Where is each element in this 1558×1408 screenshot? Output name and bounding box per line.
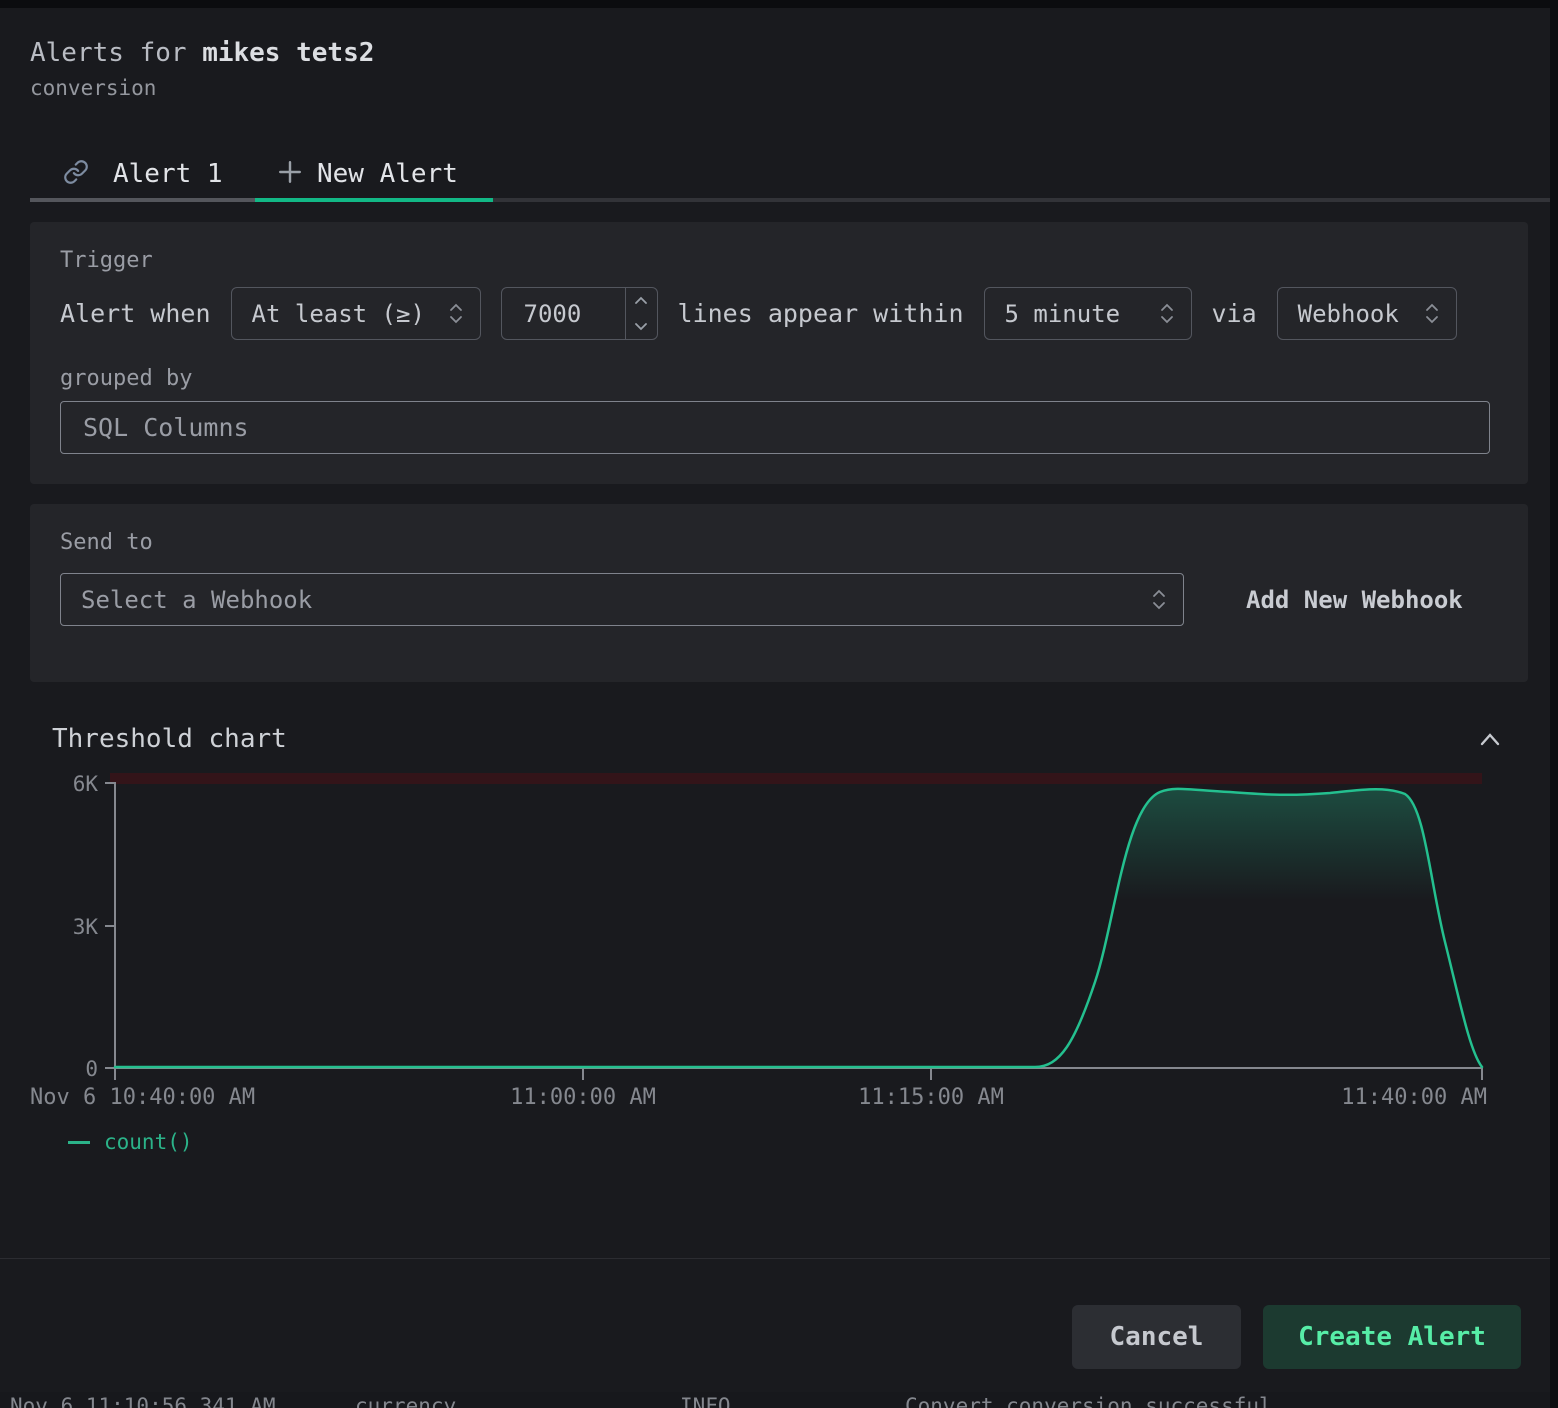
chart-legend: count() <box>68 1130 1528 1154</box>
y-tick-label-3k: 3K <box>73 915 99 939</box>
tab-alert-1-underline <box>30 198 255 202</box>
chevron-up-down-icon <box>448 303 464 324</box>
chevron-up-down-icon <box>1151 589 1167 610</box>
page-title-prefix: Alerts for <box>30 38 202 68</box>
legend-line-swatch <box>68 1141 90 1144</box>
webhook-select[interactable]: Select a Webhook <box>60 573 1184 626</box>
plus-icon <box>279 161 301 187</box>
log-message: Convert conversion successful <box>905 1394 1272 1408</box>
tab-underline-rest <box>493 198 1550 202</box>
window-select-value: 5 minute <box>1005 300 1121 328</box>
via-text: via <box>1212 299 1257 328</box>
chevron-up-icon <box>1478 736 1502 751</box>
window-select[interactable]: 5 minute <box>984 287 1192 340</box>
grouped-by-label: grouped by <box>60 366 1498 391</box>
trigger-row: Alert when At least (≥) <box>60 287 1498 340</box>
send-to-label: Send to <box>60 530 1498 555</box>
alert-modal: Alerts for mikes tets2 conversion Alert … <box>0 8 1550 1392</box>
x-tick-label-4: 11:40:00 AM <box>1341 1085 1487 1110</box>
chevron-up-down-icon <box>1159 303 1175 324</box>
alert-when-text: Alert when <box>60 299 211 328</box>
x-tick-label-3: 11:15:00 AM <box>858 1085 1004 1110</box>
page-top-edge <box>0 0 1558 8</box>
series-area-fill <box>1035 789 1482 1068</box>
collapse-chart-button[interactable] <box>1478 730 1502 748</box>
modal-header: Alerts for mikes tets2 conversion <box>30 8 1528 100</box>
background-log-row: Nov 6 11:10:56.341 AM currency INFO Conv… <box>0 1394 1558 1408</box>
group-by-input[interactable] <box>60 401 1490 454</box>
channel-select[interactable]: Webhook <box>1277 287 1457 340</box>
send-to-panel: Send to Select a Webhook Add New Webhook <box>30 504 1528 682</box>
page-title-name: mikes tets2 <box>202 38 374 68</box>
threshold-number-input-group <box>501 287 658 340</box>
x-tick-label-2: 11:00:00 AM <box>510 1085 656 1110</box>
tab-new-alert-underline-active <box>255 198 493 202</box>
alert-tabs: Alert 1 New Alert <box>30 150 1528 198</box>
threshold-chart-header: Threshold chart <box>30 724 1528 754</box>
threshold-chart-svg: 6K 3K 0 Nov 6 10:40:00 AM 11:00:00 AM 11… <box>30 762 1528 1112</box>
tab-alert-1-label: Alert 1 <box>113 159 223 189</box>
threshold-chart-title: Threshold chart <box>52 724 287 754</box>
send-to-row: Select a Webhook Add New Webhook <box>60 573 1498 626</box>
log-timestamp: Nov 6 11:10:56.341 AM <box>10 1394 276 1408</box>
trigger-section-label: Trigger <box>60 248 1498 273</box>
y-tick-label-0: 0 <box>85 1057 98 1081</box>
x-tick-label-1: Nov 6 10:40:00 AM <box>30 1085 255 1110</box>
threshold-band <box>110 773 1482 784</box>
threshold-chart: 6K 3K 0 Nov 6 10:40:00 AM 11:00:00 AM 11… <box>30 762 1528 1154</box>
webhook-select-placeholder: Select a Webhook <box>81 586 312 614</box>
log-service: currency <box>355 1394 456 1408</box>
spinner-down-button[interactable] <box>626 314 657 340</box>
lines-appear-text: lines appear within <box>678 299 964 328</box>
tab-alert-1[interactable]: Alert 1 <box>30 150 255 198</box>
page-subtitle: conversion <box>30 76 1528 100</box>
number-spinners <box>625 288 657 339</box>
cancel-button[interactable]: Cancel <box>1072 1305 1241 1369</box>
tab-new-alert-label: New Alert <box>317 159 458 189</box>
channel-select-value: Webhook <box>1298 300 1399 328</box>
spinner-up-button[interactable] <box>626 288 657 314</box>
tab-underline-track <box>30 198 1550 202</box>
create-alert-button[interactable]: Create Alert <box>1263 1305 1521 1369</box>
page-right-edge <box>1550 0 1558 1408</box>
condition-select[interactable]: At least (≥) <box>231 287 481 340</box>
legend-label: count() <box>104 1130 193 1154</box>
log-level: INFO <box>680 1394 731 1408</box>
add-new-webhook-button[interactable]: Add New Webhook <box>1246 586 1463 614</box>
y-tick-label-6k: 6K <box>73 772 99 796</box>
threshold-number-input[interactable] <box>502 288 625 339</box>
trigger-panel: Trigger Alert when At least (≥) <box>30 222 1528 484</box>
chevron-up-down-icon <box>1424 303 1440 324</box>
modal-footer: Cancel Create Alert <box>0 1258 1550 1369</box>
link-icon <box>63 159 89 189</box>
tab-new-alert[interactable]: New Alert <box>255 150 493 198</box>
page-title: Alerts for mikes tets2 <box>30 38 1528 68</box>
condition-select-value: At least (≥) <box>252 300 425 328</box>
